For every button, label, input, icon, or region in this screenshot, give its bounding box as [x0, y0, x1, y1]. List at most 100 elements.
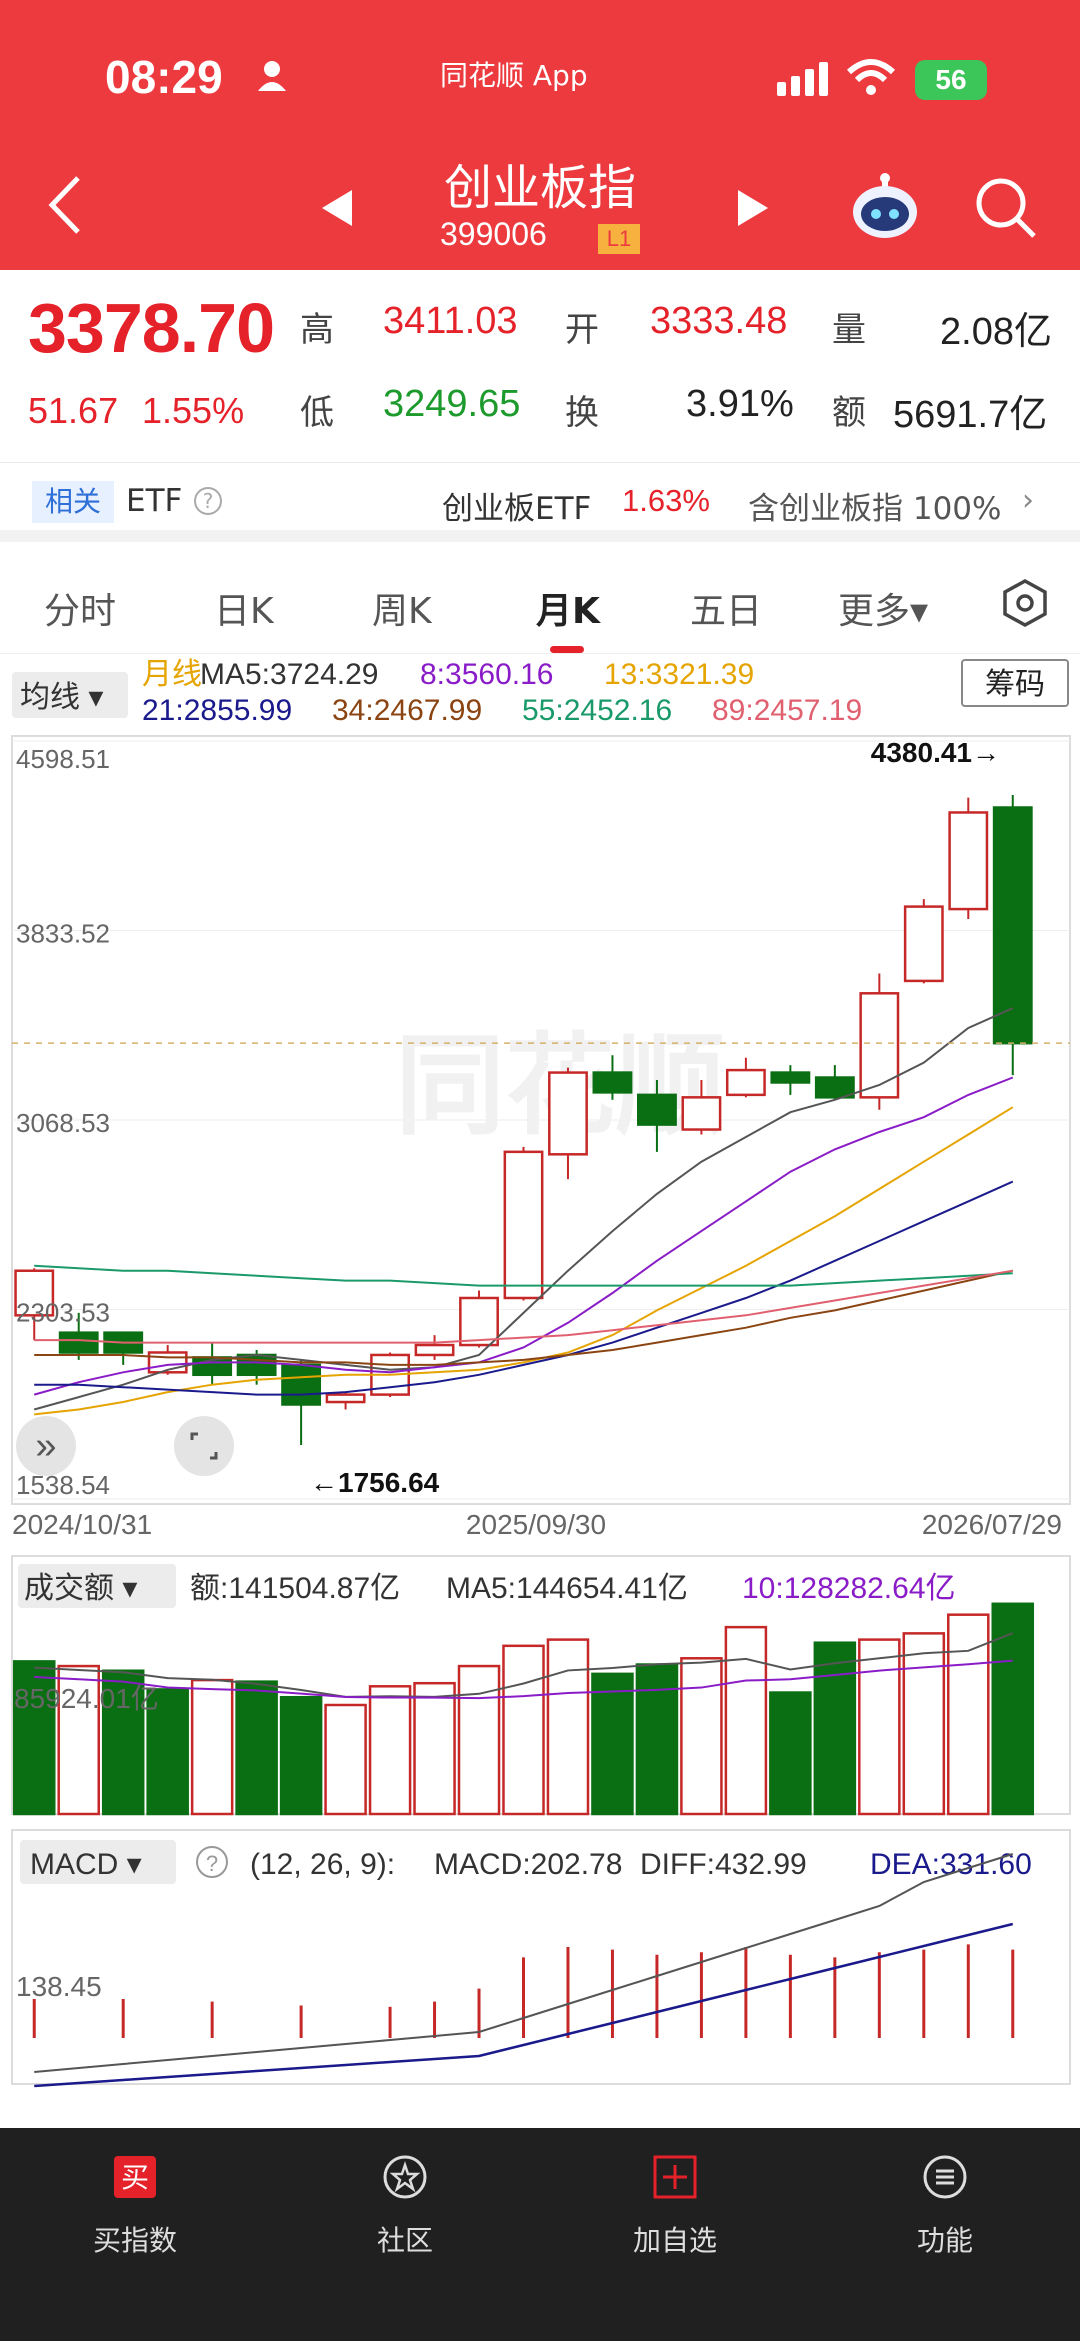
ma-legend-row1-1: MA5:3724.29: [200, 658, 378, 691]
high-value: 3411.03: [383, 300, 518, 342]
macd-y-label: 138.45: [16, 1971, 102, 2002]
candle-up: [459, 1296, 499, 1347]
low-value: 3249.65: [383, 383, 521, 425]
volume-bar-down: [591, 1672, 634, 1816]
amount-label: 额: [832, 393, 866, 433]
tab-add-watchlist-label: 加自选: [632, 2224, 717, 2257]
volume-bar-down: [235, 1680, 278, 1816]
y-axis-label: 1538.54: [16, 1470, 110, 1500]
kline-chart-area[interactable]: 均线 ▾ 月线MA5:3724.29 8:3560.16 13:3321.39 21:2…: [0, 654, 1080, 2094]
double-chevron-icon: »: [35, 1425, 56, 1467]
search-icon[interactable]: [970, 172, 1040, 242]
tab-monthly-k[interactable]: 月K: [536, 582, 600, 634]
volume-y-label: 85924.01亿: [14, 1683, 159, 1714]
period-tabs: 分时 日K 周K 月K 五日 更多▾: [0, 554, 1080, 654]
buy-index-icon: 买: [114, 2156, 156, 2198]
x-axis-label: 2025/09/30: [466, 1509, 606, 1540]
candle-down: [592, 1071, 633, 1094]
macd-dea: DEA:331.60: [870, 1848, 1032, 1881]
prev-index-icon[interactable]: [322, 190, 352, 226]
page-title: 创业板指: [443, 160, 636, 216]
tab-weekly-k[interactable]: 周K: [372, 582, 432, 634]
candle-down: [281, 1363, 322, 1406]
high-label: 高: [300, 310, 334, 350]
high-marker: 4380.41→: [871, 737, 1000, 768]
next-index-icon[interactable]: [738, 190, 768, 226]
back-icon[interactable]: [40, 170, 90, 240]
status-bar: 08:29 同花顺 App 56: [0, 0, 1080, 140]
candle-down: [637, 1093, 677, 1126]
volume-bar-up: [902, 1632, 946, 1816]
volume-bar-down: [991, 1602, 1035, 1816]
etf-holding: 含创业板指 100%: [748, 491, 1002, 527]
tab-buy-index[interactable]: 买 买指数: [45, 2152, 225, 2259]
y-axis-label: 3833.52: [16, 918, 110, 948]
tab-functions[interactable]: 功能: [855, 2152, 1035, 2259]
ma-legend-row2-0: 21:2855.99: [142, 694, 292, 727]
tab-daily-k[interactable]: 日K: [214, 582, 274, 634]
chevron-right-icon[interactable]: ›: [1022, 483, 1034, 518]
volume-bar-up: [546, 1638, 590, 1816]
ma-legend-row1-0: 月线: [142, 658, 202, 691]
tab-add-watchlist[interactable]: 加自选: [585, 2152, 765, 2259]
help-icon[interactable]: ?: [194, 487, 222, 515]
volume-bar-up: [457, 1664, 501, 1816]
status-time: 08:29: [105, 51, 223, 103]
candle-up: [503, 1150, 544, 1300]
candle-up: [325, 1393, 366, 1404]
add-watchlist-icon: [653, 2155, 697, 2199]
price-change: 51.67: [28, 390, 119, 431]
help-mark: ?: [206, 1851, 218, 1876]
candle-up: [548, 1071, 588, 1156]
person-icon: [258, 61, 286, 91]
etf-label: ETF: [126, 483, 183, 519]
menu-icon: [923, 2155, 967, 2199]
tab-intraday[interactable]: 分时: [44, 582, 116, 634]
ma-legend-row1-3: 13:3321.39: [604, 658, 754, 691]
volume-bar-up: [858, 1638, 901, 1816]
candle-up: [948, 811, 989, 911]
volume-bar-up: [502, 1644, 545, 1816]
tab-five-day[interactable]: 五日: [690, 582, 762, 634]
volume-bar-up: [368, 1685, 412, 1816]
index-code: 399006: [440, 216, 547, 252]
volume-selector: 成交额 ▾: [24, 1572, 137, 1605]
volume-bar-down: [813, 1641, 857, 1816]
macd-params: (12, 26, 9):: [250, 1848, 395, 1881]
nav-bar: 创业板指 399006 L1: [0, 140, 1080, 270]
ma-legend-row2-2: 55:2452.16: [522, 694, 672, 727]
volume-bar-down: [635, 1663, 679, 1816]
signal-icon: [777, 62, 828, 96]
volume-label: 量: [832, 310, 866, 350]
robot-assistant-icon[interactable]: [848, 170, 922, 244]
app-name-text: 同花顺 App: [440, 59, 588, 92]
etf-change-pct: 1.63%: [622, 483, 710, 518]
candle-down: [236, 1353, 277, 1377]
macd-diff: DIFF:432.99: [640, 1848, 807, 1881]
ma-legend-row2-3: 89:2457.19: [712, 694, 862, 727]
tab-more[interactable]: 更多▾: [838, 582, 928, 634]
battery-indicator: 56: [915, 60, 987, 100]
volume-ma5: MA5:144654.41亿: [446, 1572, 688, 1605]
related-etf-bar[interactable]: 相关 ETF ? 创业板ETF 1.63% 含创业板指 100% ›: [0, 462, 1080, 542]
candle-up: [903, 905, 944, 983]
low-marker: ←1756.64: [310, 1467, 440, 1498]
y-axis-label: 3068.53: [16, 1108, 110, 1138]
volume-bar-down: [279, 1695, 323, 1816]
y-axis-label: 2303.53: [16, 1298, 110, 1328]
bottom-tab-bar: 买 买指数 社区 加自选 功能: [0, 2128, 1080, 2341]
open-value: 3333.48: [650, 300, 788, 342]
volume-bar-up: [324, 1703, 367, 1816]
volume-value: 2.08亿: [940, 311, 1052, 353]
tab-community[interactable]: 社区: [315, 2152, 495, 2259]
tab-community-label: 社区: [376, 2224, 433, 2257]
etf-name[interactable]: 创业板ETF: [442, 483, 591, 528]
volume-bar-up: [724, 1625, 768, 1816]
related-badge: 相关: [32, 481, 114, 523]
candle-down: [770, 1071, 811, 1084]
macd-selector: MACD ▾: [30, 1848, 142, 1881]
candle-up: [414, 1343, 455, 1357]
settings-hexagon-icon[interactable]: [1000, 578, 1050, 628]
volume-amount: 额:141504.87亿: [190, 1572, 400, 1605]
ma-legend-row2-1: 34:2467.99: [332, 694, 482, 727]
